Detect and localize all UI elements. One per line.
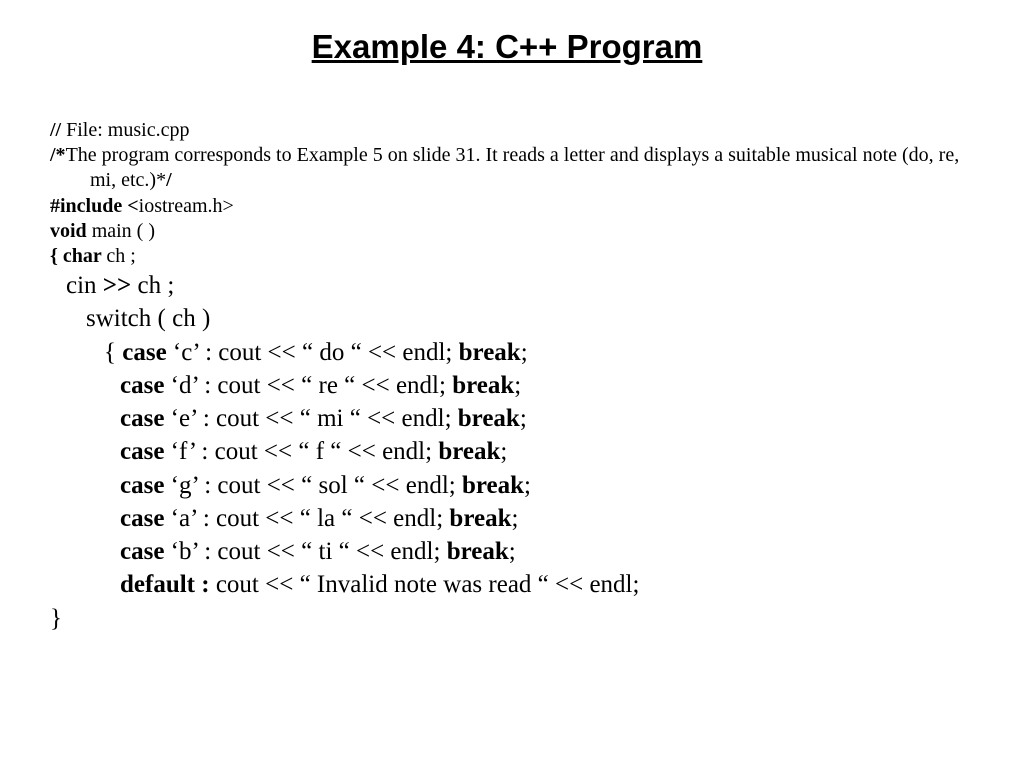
bold-segment: break <box>452 372 514 399</box>
code-line-06: cin >> ch ; <box>50 269 964 302</box>
bold-segment: { char <box>50 245 106 267</box>
text-segment: ; <box>524 472 531 499</box>
text-segment: ; <box>511 505 518 532</box>
code-line-13: case ‘a’ : cout << “ la “ << endl; break… <box>50 502 964 535</box>
text-segment: { <box>104 339 122 366</box>
bold-segment: void <box>50 220 92 242</box>
bold-segment: case <box>120 438 164 465</box>
code-line-11: case ‘f’ : cout << “ f “ << endl; break; <box>50 435 964 468</box>
bold-segment: /* <box>50 144 66 166</box>
bold-segment: case <box>120 505 164 532</box>
text-segment: ‘c’ : cout << “ do “ << endl; <box>167 339 459 366</box>
bold-segment: case <box>120 405 164 432</box>
slide-title: Example 4: C++ Program <box>50 28 964 66</box>
text-segment: ‘a’ : cout << “ la “ << endl; <box>164 505 449 532</box>
text-segment: File: music.cpp <box>66 119 189 141</box>
bold-segment: default : <box>120 571 210 598</box>
text-segment: ‘d’ : cout << “ re “ << endl; <box>164 372 452 399</box>
text-segment: ch ; <box>106 245 135 267</box>
bold-segment: >> <box>103 272 138 299</box>
text-segment: The program corresponds to Example 5 on … <box>66 144 960 191</box>
text-segment: iostream.h> <box>139 195 234 217</box>
text-segment: ‘g’ : cout << “ sol “ << endl; <box>164 472 462 499</box>
bold-segment: break <box>459 339 521 366</box>
code-line-02: /*The program corresponds to Example 5 o… <box>50 143 964 193</box>
text-segment: ; <box>521 339 528 366</box>
text-segment: cin <box>66 272 103 299</box>
bold-segment: case <box>120 372 164 399</box>
bold-segment: case <box>122 339 166 366</box>
text-segment: ; <box>500 438 507 465</box>
bold-segment: case <box>120 472 164 499</box>
text-segment: ; <box>514 372 521 399</box>
bold-segment: case <box>120 538 164 565</box>
code-line-05: { char ch ; <box>50 244 964 269</box>
code-line-04: void main ( ) <box>50 219 964 244</box>
text-segment: ch ; <box>138 272 175 299</box>
bold-segment: break <box>458 405 520 432</box>
bold-segment: / <box>166 169 172 191</box>
code-line-16: } <box>50 602 964 635</box>
text-segment: ; <box>520 405 527 432</box>
bold-segment: #include < <box>50 195 139 217</box>
bold-segment: break <box>438 438 500 465</box>
text-segment: ‘f’ : cout << “ f “ << endl; <box>164 438 438 465</box>
code-line-07: switch ( ch ) <box>50 302 964 335</box>
bold-segment: break <box>449 505 511 532</box>
bold-segment: break <box>447 538 509 565</box>
bold-segment: // <box>50 119 66 141</box>
code-line-01: // File: music.cpp <box>50 118 964 143</box>
code-line-08: { case ‘c’ : cout << “ do “ << endl; bre… <box>50 336 964 369</box>
text-segment: ‘b’ : cout << “ ti “ << endl; <box>164 538 446 565</box>
code-line-12: case ‘g’ : cout << “ sol “ << endl; brea… <box>50 469 964 502</box>
code-line-09: case ‘d’ : cout << “ re “ << endl; break… <box>50 369 964 402</box>
code-line-14: case ‘b’ : cout << “ ti “ << endl; break… <box>50 535 964 568</box>
text-segment: main ( ) <box>92 220 155 242</box>
code-line-15: default : cout << “ Invalid note was rea… <box>50 568 964 601</box>
bold-segment: break <box>462 472 524 499</box>
code-line-10: case ‘e’ : cout << “ mi “ << endl; break… <box>50 402 964 435</box>
code-line-03: #include <iostream.h> <box>50 194 964 219</box>
text-segment: ; <box>509 538 516 565</box>
text-segment: cout << “ Invalid note was read “ << end… <box>210 571 640 598</box>
text-segment: ‘e’ : cout << “ mi “ << endl; <box>164 405 457 432</box>
